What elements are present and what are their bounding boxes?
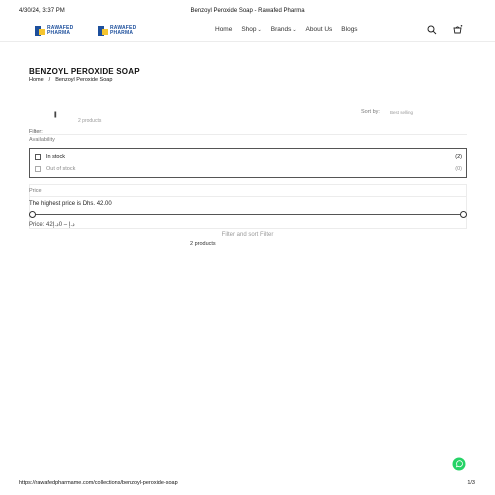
grid-view-icon[interactable]: ||| (54, 112, 57, 118)
filter-option-label: In stock (46, 154, 65, 160)
price-range-value: Price: 42د.إ – 0د.إ (29, 222, 75, 228)
sort-label: Sort by: (361, 109, 380, 115)
chevron-down-icon: ⌄ (257, 26, 262, 33)
breadcrumb-separator: / (48, 77, 51, 83)
price-heading[interactable]: Price (29, 188, 42, 194)
checkbox[interactable] (35, 166, 41, 172)
nav-item-shop[interactable]: Shop ⌄ (241, 26, 261, 33)
logo-icon (98, 25, 108, 36)
nav-item-home[interactable]: Home (215, 26, 232, 33)
site-header: RAWAFED PHARMA RAWAFED PHARMA Home Shop ⌄… (0, 20, 495, 42)
nav-item-about-us[interactable]: About Us (306, 26, 333, 33)
price-range-max-handle[interactable] (460, 211, 467, 218)
availability-options: In stock (2) Out of stock (0) (29, 148, 467, 178)
highest-price-text: The highest price is Dhs. 42.00 (29, 201, 112, 207)
product-count-top: 2 products (78, 118, 102, 124)
logo-text: RAWAFED PHARMA (110, 24, 137, 36)
print-url: https://rawafedpharmame.com/collections/… (19, 480, 178, 486)
availability-heading[interactable]: Availability (29, 137, 55, 143)
main-nav: Home Shop ⌄ Brands ⌄ About Us Blogs (215, 26, 367, 33)
sort-select[interactable]: Best selling (390, 110, 413, 115)
whatsapp-icon[interactable] (452, 457, 466, 471)
print-footer: https://rawafedpharmame.com/collections/… (0, 480, 495, 490)
filter-option-out-of-stock[interactable]: Out of stock (0) (35, 165, 462, 173)
divider (29, 196, 467, 197)
logo-text: RAWAFED PHARMA (47, 24, 74, 36)
nav-item-brands[interactable]: Brands ⌄ (271, 26, 297, 33)
print-title: Benzoyl Peroxide Soap - Rawafed Pharma (190, 8, 305, 14)
print-header: 4/30/24, 3:37 PM Benzoyl Peroxide Soap -… (0, 8, 495, 18)
cart-icon[interactable] (452, 24, 463, 35)
filter-option-in-stock[interactable]: In stock (2) (35, 153, 462, 161)
site-logo-secondary[interactable]: RAWAFED PHARMA (98, 25, 136, 36)
filter-option-label: Out of stock (46, 166, 76, 172)
price-range-min-handle[interactable] (29, 211, 36, 218)
chevron-down-icon: ⌄ (292, 26, 297, 33)
site-logo[interactable]: RAWAFED PHARMA (35, 25, 73, 36)
search-icon[interactable] (427, 25, 437, 35)
breadcrumb: Home / Benzoyl Peroxide Soap (29, 77, 117, 83)
page-title: BENZOYL PEROXIDE SOAP (29, 67, 140, 76)
breadcrumb-current: Benzoyl Peroxide Soap (55, 77, 113, 83)
breadcrumb-home-link[interactable]: Home (29, 77, 44, 83)
print-page-number: 1/3 (467, 480, 475, 486)
filter-option-count: (2) (455, 154, 462, 160)
filter-and-sort-button[interactable]: Filter and sort Filter (0, 232, 495, 238)
product-count: 2 products (190, 241, 216, 247)
divider (29, 134, 467, 135)
checkbox[interactable] (35, 154, 41, 160)
filter-option-count: (0) (455, 166, 462, 172)
logo-icon (35, 25, 45, 36)
nav-item-blogs[interactable]: Blogs (341, 26, 357, 33)
price-range-track[interactable] (33, 214, 464, 215)
